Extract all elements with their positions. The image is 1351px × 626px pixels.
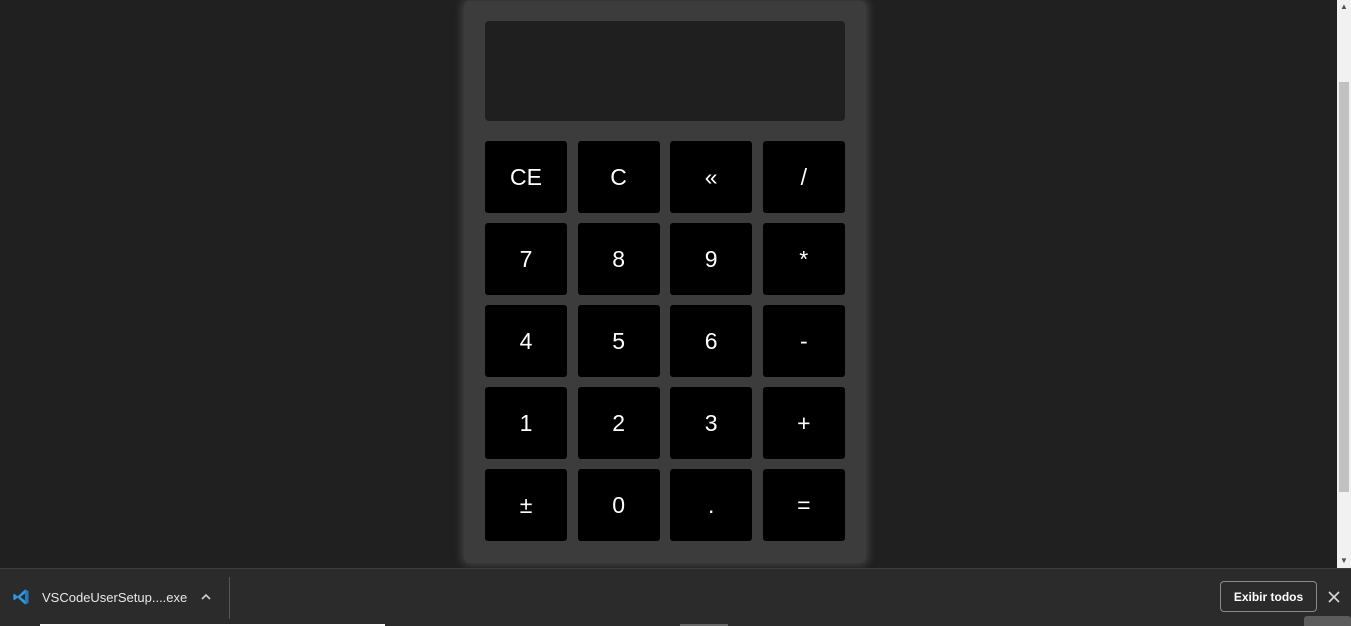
digit-6-button[interactable]: 6 — [670, 305, 753, 377]
clear-button[interactable]: C — [577, 141, 660, 213]
calculator-display — [485, 21, 845, 121]
decimal-button[interactable]: . — [670, 469, 753, 541]
digit-0-button[interactable]: 0 — [577, 469, 660, 541]
scrollbar-thumb[interactable] — [1339, 82, 1349, 492]
calculator-keypad: CE C «/ 7 8 9 * 4 5 6- 1 2 3 + ±0. = — [485, 141, 845, 541]
add-button[interactable]: + — [762, 387, 845, 459]
backspace-button[interactable]: « — [670, 141, 753, 213]
digit-7-button[interactable]: 7 — [485, 223, 567, 295]
digit-8-button[interactable]: 8 — [577, 223, 660, 295]
equals-button[interactable]: = — [762, 469, 845, 541]
show-all-downloads-button[interactable]: Exibir todos — [1220, 581, 1317, 612]
download-item[interactable]: VSCodeUserSetup....exe — [0, 569, 229, 626]
clear-entry-button[interactable]: CE — [485, 141, 567, 213]
subtract-button[interactable]: - — [762, 305, 845, 377]
scroll-up-arrow-icon[interactable]: ▲ — [1337, 0, 1351, 14]
multiply-button[interactable]: * — [762, 223, 845, 295]
digit-2-button[interactable]: 2 — [577, 387, 660, 459]
digit-1-button[interactable]: 1 — [485, 387, 567, 459]
download-file-name: VSCodeUserSetup....exe — [42, 590, 188, 605]
horizontal-scroll-thumb[interactable] — [1304, 616, 1351, 626]
scroll-down-arrow-icon[interactable]: ▼ — [1337, 554, 1351, 568]
digit-9-button[interactable]: 9 — [670, 223, 753, 295]
digit-3-button[interactable]: 3 — [670, 387, 753, 459]
vertical-scrollbar[interactable]: ▲ ▼ — [1337, 0, 1351, 568]
digit-5-button[interactable]: 5 — [577, 305, 660, 377]
chevron-up-icon[interactable] — [197, 588, 215, 606]
digit-4-button[interactable]: 4 — [485, 305, 567, 377]
vscode-icon — [13, 589, 29, 605]
calculator: CE C «/ 7 8 9 * 4 5 6- 1 2 3 + ±0. = — [464, 1, 866, 563]
close-icon[interactable] — [1327, 590, 1341, 604]
shelf-divider — [229, 577, 230, 619]
page-viewport: CE C «/ 7 8 9 * 4 5 6- 1 2 3 + ±0. = — [0, 0, 1337, 568]
divide-button[interactable]: / — [762, 141, 845, 213]
download-shelf: VSCodeUserSetup....exe Exibir todos — [0, 568, 1351, 626]
negate-button[interactable]: ± — [485, 469, 567, 541]
